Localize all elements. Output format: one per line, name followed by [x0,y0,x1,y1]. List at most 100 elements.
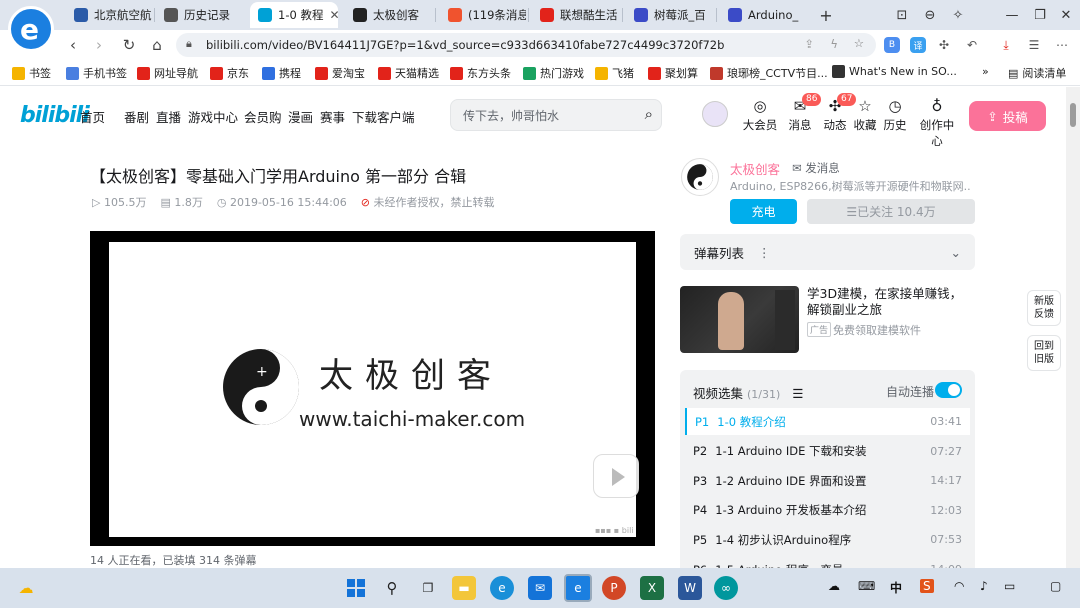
browser-tab[interactable]: Arduino_ [720,2,804,28]
ie-taskbar-icon[interactable]: e [564,574,592,602]
browser-tab[interactable]: 树莓派_百 [626,2,714,28]
word-icon[interactable]: W [678,576,702,600]
chevron-down-icon[interactable]: ⌄ [951,245,961,260]
ad-card[interactable]: 学3D建模，在家接单赚钱，解锁副业之旅 广告 免费领取建模软件 [680,286,975,354]
playlist-episode[interactable]: P4 1-3 Arduino 开发板基本介绍 12:03 [685,497,970,524]
url-input[interactable]: 🔒︎ bilibili.com/video/BV164411J7GE?p=1&v… [176,33,876,57]
browser-tab[interactable]: 北京航空航 [66,2,152,28]
task-view-icon[interactable]: ❐ [416,576,440,600]
nav-link[interactable]: 直播 [156,107,181,126]
home-icon[interactable]: ⌂ [146,34,168,56]
new-feedback-button[interactable]: 新版 反馈 [1027,290,1061,326]
nav-link[interactable]: 赛事 [320,107,345,126]
powerpoint-icon[interactable]: P [602,576,626,600]
bilibili-logo[interactable]: bilibili [20,103,90,128]
bookmark-item[interactable]: 琅琊榜_CCTV节目... [710,65,828,81]
weather-icon[interactable]: ☁ [14,576,38,600]
battery-icon[interactable]: ▭ [1004,579,1015,593]
translate-icon[interactable]: 译 [910,37,926,53]
playlist-episode[interactable]: P61-5 Arduino 程序 - 变量14:09 [685,556,970,569]
old-version-button[interactable]: 回到 旧版 [1027,335,1061,371]
play-button[interactable] [593,454,639,498]
video-player[interactable]: + 太极创客 www.taichi-maker.com ▪▪▪ ▪ bili [90,231,655,546]
undo-icon[interactable]: ↶ [962,35,982,55]
header-nav-item[interactable]: ✉ 消息 86 [780,93,822,133]
browser-tab[interactable]: (119条消息 [440,2,526,28]
nav-link[interactable]: 会员购 [244,107,282,126]
browser-logo[interactable]: e [8,6,54,52]
upload-button[interactable]: ⇪ 投稿 [969,101,1046,131]
close-icon[interactable]: ✕ [1054,4,1078,26]
account-icon[interactable]: B [884,37,900,53]
ad-title[interactable]: 学3D建模，在家接单赚钱，解锁副业之旅 [807,286,972,318]
danmaku-list-panel[interactable]: 弹幕列表 ⋮ ⌄ [680,234,975,270]
nav-link[interactable]: 漫画 [288,107,313,126]
back-icon[interactable]: ‹ [62,34,84,56]
bookmark-item[interactable]: 飞猪 [595,65,634,81]
bookmark-item[interactable]: 手机书签 [66,65,127,81]
tab-close-icon[interactable]: ✕ [329,8,338,22]
bookmark-item[interactable]: What's New in SO... [832,65,957,78]
forward-icon[interactable]: › [88,34,110,56]
bookmark-item[interactable]: 东方头条 [450,65,511,81]
page-scrollbar[interactable] [1066,87,1080,568]
nav-link[interactable]: 首页 [80,107,105,126]
playlist-episode[interactable]: P1 1-0 教程介绍 03:41 [685,408,970,435]
reload-icon[interactable]: ↻ [118,34,140,56]
bookmark-item[interactable]: 爱淘宝 [315,65,365,81]
bookmark-item[interactable]: 京东 [210,65,249,81]
bookmark-item[interactable]: 书签 [12,65,51,81]
minimize-icon[interactable]: — [1000,4,1024,26]
autoplay-toggle[interactable] [935,382,962,398]
arduino-icon[interactable]: ∞ [714,576,738,600]
restore-icon[interactable]: ❐ [1028,4,1052,26]
bookmark-item[interactable]: 聚划算 [648,65,698,81]
edge-icon[interactable]: e [490,576,514,600]
lightning-icon[interactable]: ϟ [830,37,838,51]
browser-tab[interactable]: 1-0 教程 ✕ [250,2,338,28]
puzzle-icon[interactable]: ✣ [934,35,954,55]
bookmarks-overflow-icon[interactable]: » [982,65,989,78]
browser-tab[interactable]: 历史记录 [156,2,246,28]
new-tab-button[interactable]: + [814,4,838,26]
mail-icon[interactable]: ✉ [528,576,552,600]
more-icon[interactable]: ⋯ [1052,35,1072,55]
browser-tab[interactable]: 太极创客 [345,2,433,28]
volume-icon[interactable]: ♪ [980,579,988,593]
user-avatar[interactable] [702,101,728,127]
bookmark-item[interactable]: 热门游戏 [523,65,584,81]
ime-indicator[interactable]: 中 [890,579,902,596]
excel-icon[interactable]: X [640,576,664,600]
browser-tab[interactable]: 联想酷生活 [532,2,620,28]
extension-icon[interactable]: ✧ [946,4,970,26]
uploader-name[interactable]: 太极创客 [730,159,780,178]
header-nav-item[interactable]: ♁ 创作中心 [915,97,959,149]
playlist-episode[interactable]: P2 1-1 Arduino IDE 下载和安装 07:27 [685,438,970,465]
header-nav-item[interactable]: ◷ 历史 [875,97,915,133]
bookmark-item[interactable]: 天猫精选 [378,65,439,81]
charge-button[interactable]: 充电 [730,199,797,224]
uploader-avatar[interactable] [681,158,719,196]
notification-icon[interactable]: ▢ [1050,579,1061,593]
scrollbar-thumb[interactable] [1070,103,1076,127]
search-input[interactable]: 传下去，帅哥怕水 ⌕ [450,99,662,131]
more-vertical-icon[interactable]: ⋮ [758,245,771,260]
tab-actions-icon[interactable]: ⊡ [890,4,914,26]
download-icon[interactable]: ⤓ [996,35,1016,55]
cloud-icon[interactable]: ☁ [828,579,840,593]
app-tray-icon[interactable]: S [920,579,934,593]
playlist-episode[interactable]: P3 1-2 Arduino IDE 界面和设置 14:17 [685,467,970,494]
nav-link[interactable]: 番剧 [124,107,149,126]
wifi-icon[interactable]: ◠ [954,579,964,593]
list-icon[interactable]: ☰ [792,386,803,401]
send-message-button[interactable]: ✉ 发消息 [792,160,840,176]
settings-icon[interactable]: ☰ [1024,35,1044,55]
bookmark-item[interactable]: 携程 [262,65,301,81]
reading-list[interactable]: ▤ 阅读清单 [1008,65,1066,81]
playlist-episode[interactable]: P5 1-4 初步认识Arduino程序 07:53 [685,526,970,553]
start-icon[interactable] [344,576,368,600]
nav-link[interactable]: 游戏中心 [188,107,238,126]
share-icon[interactable]: ⇪ [804,37,814,51]
file-explorer-icon[interactable]: ▬ [452,576,476,600]
favorite-star-icon[interactable]: ☆ [854,36,864,50]
